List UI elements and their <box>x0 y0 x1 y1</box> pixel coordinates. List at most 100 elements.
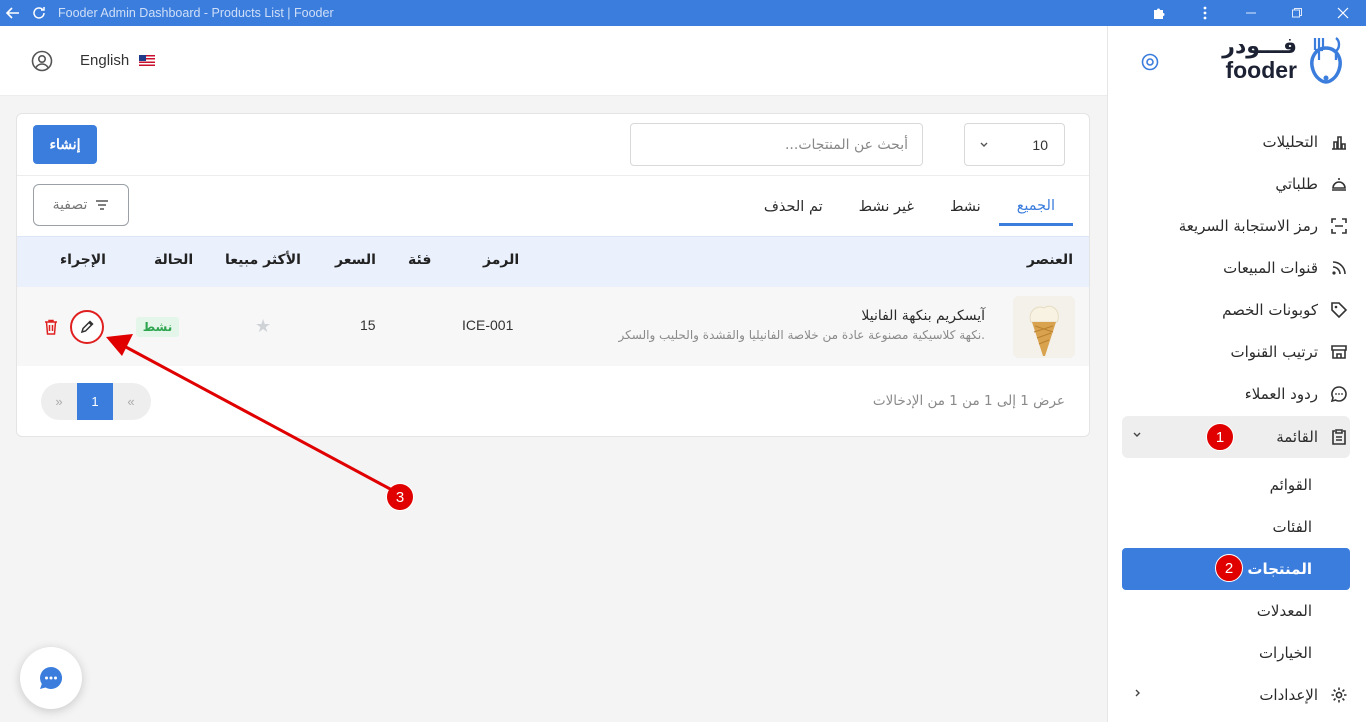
product-name[interactable]: آيسكريم بنكهة الفانيلا <box>861 308 985 324</box>
sidebar-item-channel-order[interactable]: ترتيب القنوات <box>1122 331 1350 373</box>
product-description: نكهة كلاسيكية مصنوعة عادة من خلاصة الفان… <box>618 328 986 342</box>
column-status[interactable]: الحالة <box>154 252 193 268</box>
sidebar-sub-label: القوائم <box>1269 476 1312 494</box>
per-page-select[interactable]: 10 <box>964 123 1065 166</box>
delete-button[interactable] <box>42 317 60 337</box>
column-bestseller[interactable]: الأكثر مبيعا <box>225 252 301 268</box>
table-header: العنصر الرمز فئة السعر الأكثر مبيعا الحا… <box>17 236 1089 287</box>
pagination-info: عرض 1 إلى 1 من 1 من الإدخالات <box>872 393 1065 409</box>
sidebar-item-label: الإعدادات <box>1259 686 1318 704</box>
user-account-icon[interactable] <box>31 50 53 76</box>
product-price: 15 <box>360 317 376 333</box>
create-button[interactable]: إنشاء <box>33 125 97 164</box>
sidebar-item-feedback[interactable]: ردود العملاء <box>1122 373 1350 415</box>
status-badge: نشط <box>136 317 179 337</box>
more-vertical-icon[interactable] <box>1182 0 1228 26</box>
sidebar-toggle-icon[interactable] <box>1140 52 1160 72</box>
filter-label: تصفية <box>52 197 88 213</box>
support-chat-button[interactable] <box>20 647 82 709</box>
divider <box>17 175 1089 176</box>
back-arrow-icon[interactable] <box>0 0 26 26</box>
search-input[interactable]: أبحث عن المنتجات... <box>630 123 923 166</box>
chat-icon <box>38 665 64 691</box>
rss-icon <box>1328 257 1350 279</box>
language-label: English <box>80 52 130 69</box>
column-action: الإجراء <box>60 252 106 268</box>
us-flag-icon <box>139 55 156 66</box>
sidebar-item-sales-channels[interactable]: قنوات المبيعات <box>1122 247 1350 289</box>
product-image <box>1013 296 1075 358</box>
filter-icon <box>95 199 109 211</box>
pagination-prev[interactable]: » <box>41 394 77 409</box>
sidebar-item-label: ترتيب القنوات <box>1230 343 1318 361</box>
sidebar-item-label: طلباتي <box>1275 175 1318 193</box>
column-category[interactable]: فئة <box>408 252 431 268</box>
pagination: » 1 « <box>41 383 151 420</box>
sidebar: فـــودر fooder التحليلات طلباتي رمز الاس… <box>1107 26 1366 722</box>
sidebar-sub-label: الخيارات <box>1258 644 1312 662</box>
sidebar-item-settings[interactable]: الإعدادات <box>1122 674 1350 716</box>
sidebar-item-label: كوبونات الخصم <box>1222 301 1318 319</box>
fooder-logo-icon <box>1303 34 1349 92</box>
step-marker-1: 1 <box>1206 423 1234 451</box>
column-code[interactable]: الرمز <box>483 252 519 268</box>
close-icon[interactable] <box>1320 0 1366 26</box>
products-card: إنشاء أبحث عن المنتجات... 10 تصفية الجمي… <box>16 113 1090 437</box>
column-price[interactable]: السعر <box>335 252 376 268</box>
sidebar-item-menu[interactable]: القائمة <box>1122 416 1350 458</box>
column-item[interactable]: العنصر <box>1027 252 1073 268</box>
chevron-down-icon <box>979 137 989 153</box>
sidebar-sub-modifiers[interactable]: المعدلات <box>1122 590 1350 632</box>
brand-name-english: fooder <box>1225 57 1297 83</box>
sidebar-item-analytics[interactable]: التحليلات <box>1122 121 1350 163</box>
pagination-page-1[interactable]: 1 <box>77 383 113 420</box>
product-code: ICE-001 <box>462 317 514 333</box>
clipboard-icon <box>1328 426 1350 448</box>
sidebar-item-coupons[interactable]: كوبونات الخصم <box>1122 289 1350 331</box>
chevron-down-icon <box>1132 429 1142 443</box>
tab-all[interactable]: الجميع <box>998 188 1073 226</box>
reload-icon[interactable] <box>26 0 52 26</box>
status-tabs: الجميع نشط غير نشط تم الحذف <box>746 188 1073 226</box>
step-marker-3: 3 <box>386 483 414 511</box>
pagination-next[interactable]: « <box>113 394 149 409</box>
sidebar-item-label: رمز الاستجابة السريعة <box>1178 217 1318 235</box>
pencil-icon <box>80 320 94 334</box>
language-selector[interactable]: English <box>80 52 156 69</box>
sidebar-item-label: القائمة <box>1276 428 1318 446</box>
tag-icon <box>1328 299 1350 321</box>
sidebar-item-qr[interactable]: رمز الاستجابة السريعة <box>1122 205 1350 247</box>
sidebar-item-label: قنوات المبيعات <box>1223 259 1318 277</box>
sidebar-item-orders[interactable]: طلباتي <box>1122 163 1350 205</box>
chevron-left-icon <box>1132 687 1142 701</box>
sidebar-sub-categories[interactable]: الفئات <box>1122 506 1350 548</box>
top-header: English <box>0 26 1107 96</box>
filter-button[interactable]: تصفية <box>33 184 129 226</box>
window-title: Fooder Admin Dashboard - Products List |… <box>58 6 334 20</box>
sidebar-sub-label: المنتجات <box>1247 560 1312 578</box>
bestseller-star-icon[interactable]: ★ <box>255 316 271 337</box>
tab-deleted[interactable]: تم الحذف <box>746 188 841 226</box>
cloche-icon <box>1328 173 1350 195</box>
minimize-icon[interactable] <box>1228 0 1274 26</box>
search-placeholder: أبحث عن المنتجات... <box>784 136 908 153</box>
store-icon <box>1328 341 1350 363</box>
chart-icon <box>1328 131 1350 153</box>
table-row[interactable]: آيسكريم بنكهة الفانيلا نكهة كلاسيكية مصن… <box>17 287 1089 366</box>
brand-name-arabic: فـــودر <box>1222 34 1297 59</box>
chat-bubble-icon <box>1328 383 1350 405</box>
sidebar-sub-label: المعدلات <box>1256 602 1312 620</box>
restore-icon[interactable] <box>1274 0 1320 26</box>
brand-logo: فـــودر fooder <box>1108 26 1366 96</box>
sidebar-sub-options[interactable]: الخيارات <box>1122 632 1350 674</box>
sidebar-sub-label: الفئات <box>1272 518 1312 536</box>
tab-active[interactable]: نشط <box>932 188 999 226</box>
gear-icon <box>1328 684 1350 706</box>
extensions-puzzle-icon[interactable] <box>1136 0 1182 26</box>
edit-button[interactable] <box>70 310 104 344</box>
sidebar-sub-menus[interactable]: القوائم <box>1122 464 1350 506</box>
trash-icon <box>44 319 58 335</box>
per-page-value: 10 <box>1032 136 1048 153</box>
tab-inactive[interactable]: غير نشط <box>841 188 932 226</box>
qr-scan-icon <box>1328 215 1350 237</box>
